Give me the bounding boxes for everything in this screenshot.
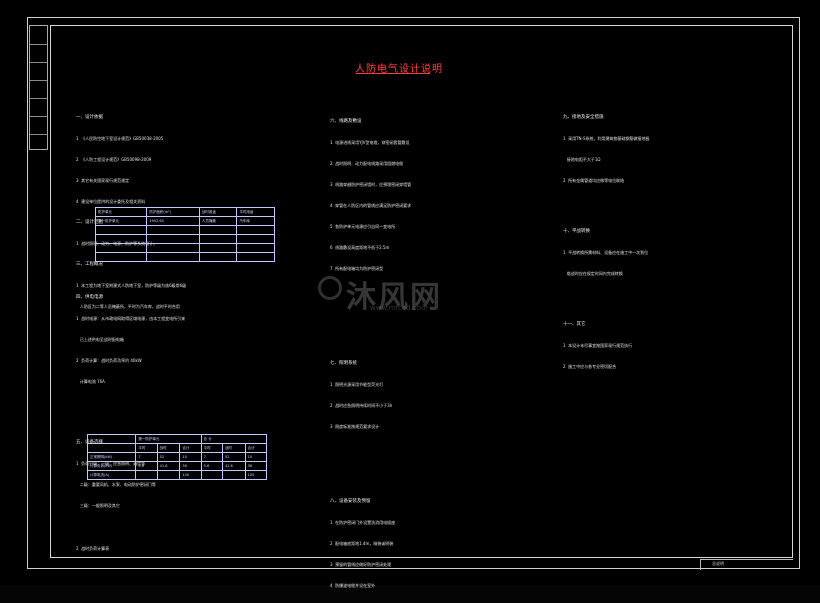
table-cell: [156, 470, 181, 480]
text-line: 二级：重要风机、水泵、电动防护密闭门等: [76, 482, 156, 487]
text-line: 2 战时应急照明持续时间不小于3h: [330, 403, 393, 408]
text-line: 1 战时电源：从市政电网取得区域电源，由本工程变电所引来: [76, 316, 186, 321]
table-header: 第一防护单元: [135, 434, 202, 444]
table-cell: 41.6: [156, 461, 181, 471]
table-cell: 52: [221, 452, 246, 462]
table-cell: 10: [244, 452, 268, 462]
text-line: 3 预留的管线应做好防护密闭处理: [330, 562, 392, 567]
section-heading: 八、设备安装及预留: [330, 499, 371, 504]
text-line: 1 《人民防空地下室设计规范》GB50038-2005: [76, 136, 164, 141]
drawing-sheet: 人防电气设计说明 一、设计依据 1 《人民防空地下室设计规范》GB50038-2…: [0, 0, 820, 588]
table-cell: 5.6: [135, 461, 158, 471]
text-line: 2 所有金属管道均应做等电位联结: [563, 178, 625, 183]
table-subheader: 合计: [179, 443, 202, 453]
table-cell: 1952.60: [146, 216, 200, 226]
text-line: 1 照明光源采用节能型荧光灯: [330, 382, 384, 387]
text-line: 6 线路敷设高度距地不低于2.5m: [330, 245, 390, 250]
section-heading: 六、线路及敷设: [330, 119, 362, 124]
col-1-lower: 四、供电电源 1 战时电源：从市政电网取得区域电源，由本工程变电所引来 已上述供…: [76, 280, 185, 566]
text-line: 2 配电箱底距地1.4m，暗装或明装: [330, 541, 394, 546]
text-line: 1 在防护密闭门外设置洗消用电插座: [330, 520, 396, 525]
text-line: 1 平战转换所需材料、设备应在施工中一次到位: [563, 250, 649, 255]
table-subheader: 战时: [221, 443, 246, 453]
text-line: 已上述供电至战时配电箱: [76, 337, 124, 342]
title-block-label: 总说明: [712, 561, 724, 566]
text-line: 2 负荷计算：战时负荷功率约 40kW: [76, 358, 142, 363]
text-line: 3 其它有关国家现行规范规定: [76, 178, 130, 183]
load-table: 第一防护单元 总 计 平时 战时 合计 平时 战时 合计 正常照明(kW) 7 …: [86, 434, 268, 480]
table-header: 防护单元: [94, 207, 148, 217]
table-cell: 52: [156, 452, 181, 462]
text-line: 计算电流 76A: [76, 379, 105, 384]
text-line: 7 所有配电箱均为防护密闭型: [330, 266, 384, 271]
table-subheader: 战时: [156, 443, 181, 453]
table-cell: 计算电流(A): [86, 470, 137, 480]
watermark-logo-icon: [318, 276, 342, 300]
text-line: 3 照度标准按规范要求设计: [330, 424, 380, 429]
table-cell: 10: [179, 452, 202, 462]
section-heading: 一、设计依据: [76, 115, 103, 120]
table-cell: 36: [244, 461, 268, 471]
text-line: 2 战时负荷计算表: [76, 546, 110, 551]
table-cell: 汽车库: [236, 216, 275, 226]
table-cell: [200, 470, 223, 480]
text-line: 5 各防护单元电源应引自同一变电所: [330, 224, 396, 229]
table-header: 平时用途: [236, 207, 275, 217]
table-header: 总 计: [200, 434, 268, 444]
watermark-site: www.mfcad.com: [370, 304, 428, 312]
text-line: 接地电阻不大于1Ω: [563, 157, 601, 162]
text-line: 1 采用TN-S系统，利用建筑物基础钢筋做接地极: [563, 136, 650, 141]
table-cell: 人员掩蔽: [198, 216, 238, 226]
section-heading: 十、平战转换: [563, 229, 590, 234]
table-header: 防护面积(m²): [146, 207, 200, 217]
section-heading: 三、工程概况: [76, 262, 103, 267]
table-cell: 100: [244, 470, 268, 480]
table-subheader: 平时: [200, 443, 223, 453]
col-3: 九、接地及安全措施 1 采用TN-S系统，利用建筑物基础钢筋做接地极 接地电阻不…: [563, 100, 650, 384]
unit-table: 防护单元 防护面积(m²) 战时用途 平时用途 第一防护单元 1952.60 人…: [94, 207, 275, 262]
table-cell: 36: [179, 461, 202, 471]
table-cell: 7: [200, 452, 223, 462]
text-line: 3 线路穿越防护密闭墙时，应预埋密闭穿墙管: [330, 182, 412, 187]
table-cell: 第一防护单元: [94, 216, 148, 226]
table-header: 战时用途: [198, 207, 238, 217]
binding-strip: [29, 25, 48, 150]
text-line: 三级：一般照明及其它: [76, 503, 120, 508]
text-line: 2 施工中应与各专业密切配合: [563, 364, 617, 369]
section-heading: 九、接地及安全措施: [563, 115, 604, 120]
table-cell: 5.6: [200, 461, 223, 471]
table-header: [86, 434, 137, 444]
table-cell: 计算负荷(kW): [86, 461, 137, 471]
text-line: 4 穿管在人防区内的管线应满足防护密闭要求: [330, 203, 412, 208]
title-underline: [356, 73, 430, 74]
table-cell: 7: [135, 452, 158, 462]
section-heading: 七、照明系统: [330, 361, 357, 366]
table-cell: 100: [179, 470, 202, 480]
table-cell: 41.6: [221, 461, 246, 471]
text-line: 2 战时照明、动力配电线路采用阻燃电缆: [330, 161, 404, 166]
table-cell: 正常照明(kW): [86, 452, 137, 462]
table-subheader: [86, 443, 137, 453]
section-heading: 四、供电电源: [76, 295, 103, 300]
table-cell: [135, 470, 158, 480]
table-subheader: 平时: [135, 443, 158, 453]
text-line: 临战时应在规定时间内完成转换: [563, 271, 623, 276]
section-heading: 十一、其它: [563, 322, 586, 327]
text-line: 1 电源进线采用YJV型电缆，穿密闭套管敷设: [330, 140, 410, 145]
table-cell: [221, 470, 246, 480]
col-2: 六、线路及敷设 1 电源进线采用YJV型电缆，穿密闭套管敷设 2 战时照明、动力…: [330, 104, 411, 603]
text-line: 1 本设计未尽事宜按国家现行规范执行: [563, 343, 633, 348]
text-line: 2 《人防工程设计规范》GB50098-2009: [76, 157, 152, 162]
table-subheader: 合计: [244, 443, 268, 453]
text-line: 4 建设单位提供的设计委托及相关资料: [76, 199, 146, 204]
text-line: 4 防爆波电缆井设在室外: [330, 583, 376, 588]
